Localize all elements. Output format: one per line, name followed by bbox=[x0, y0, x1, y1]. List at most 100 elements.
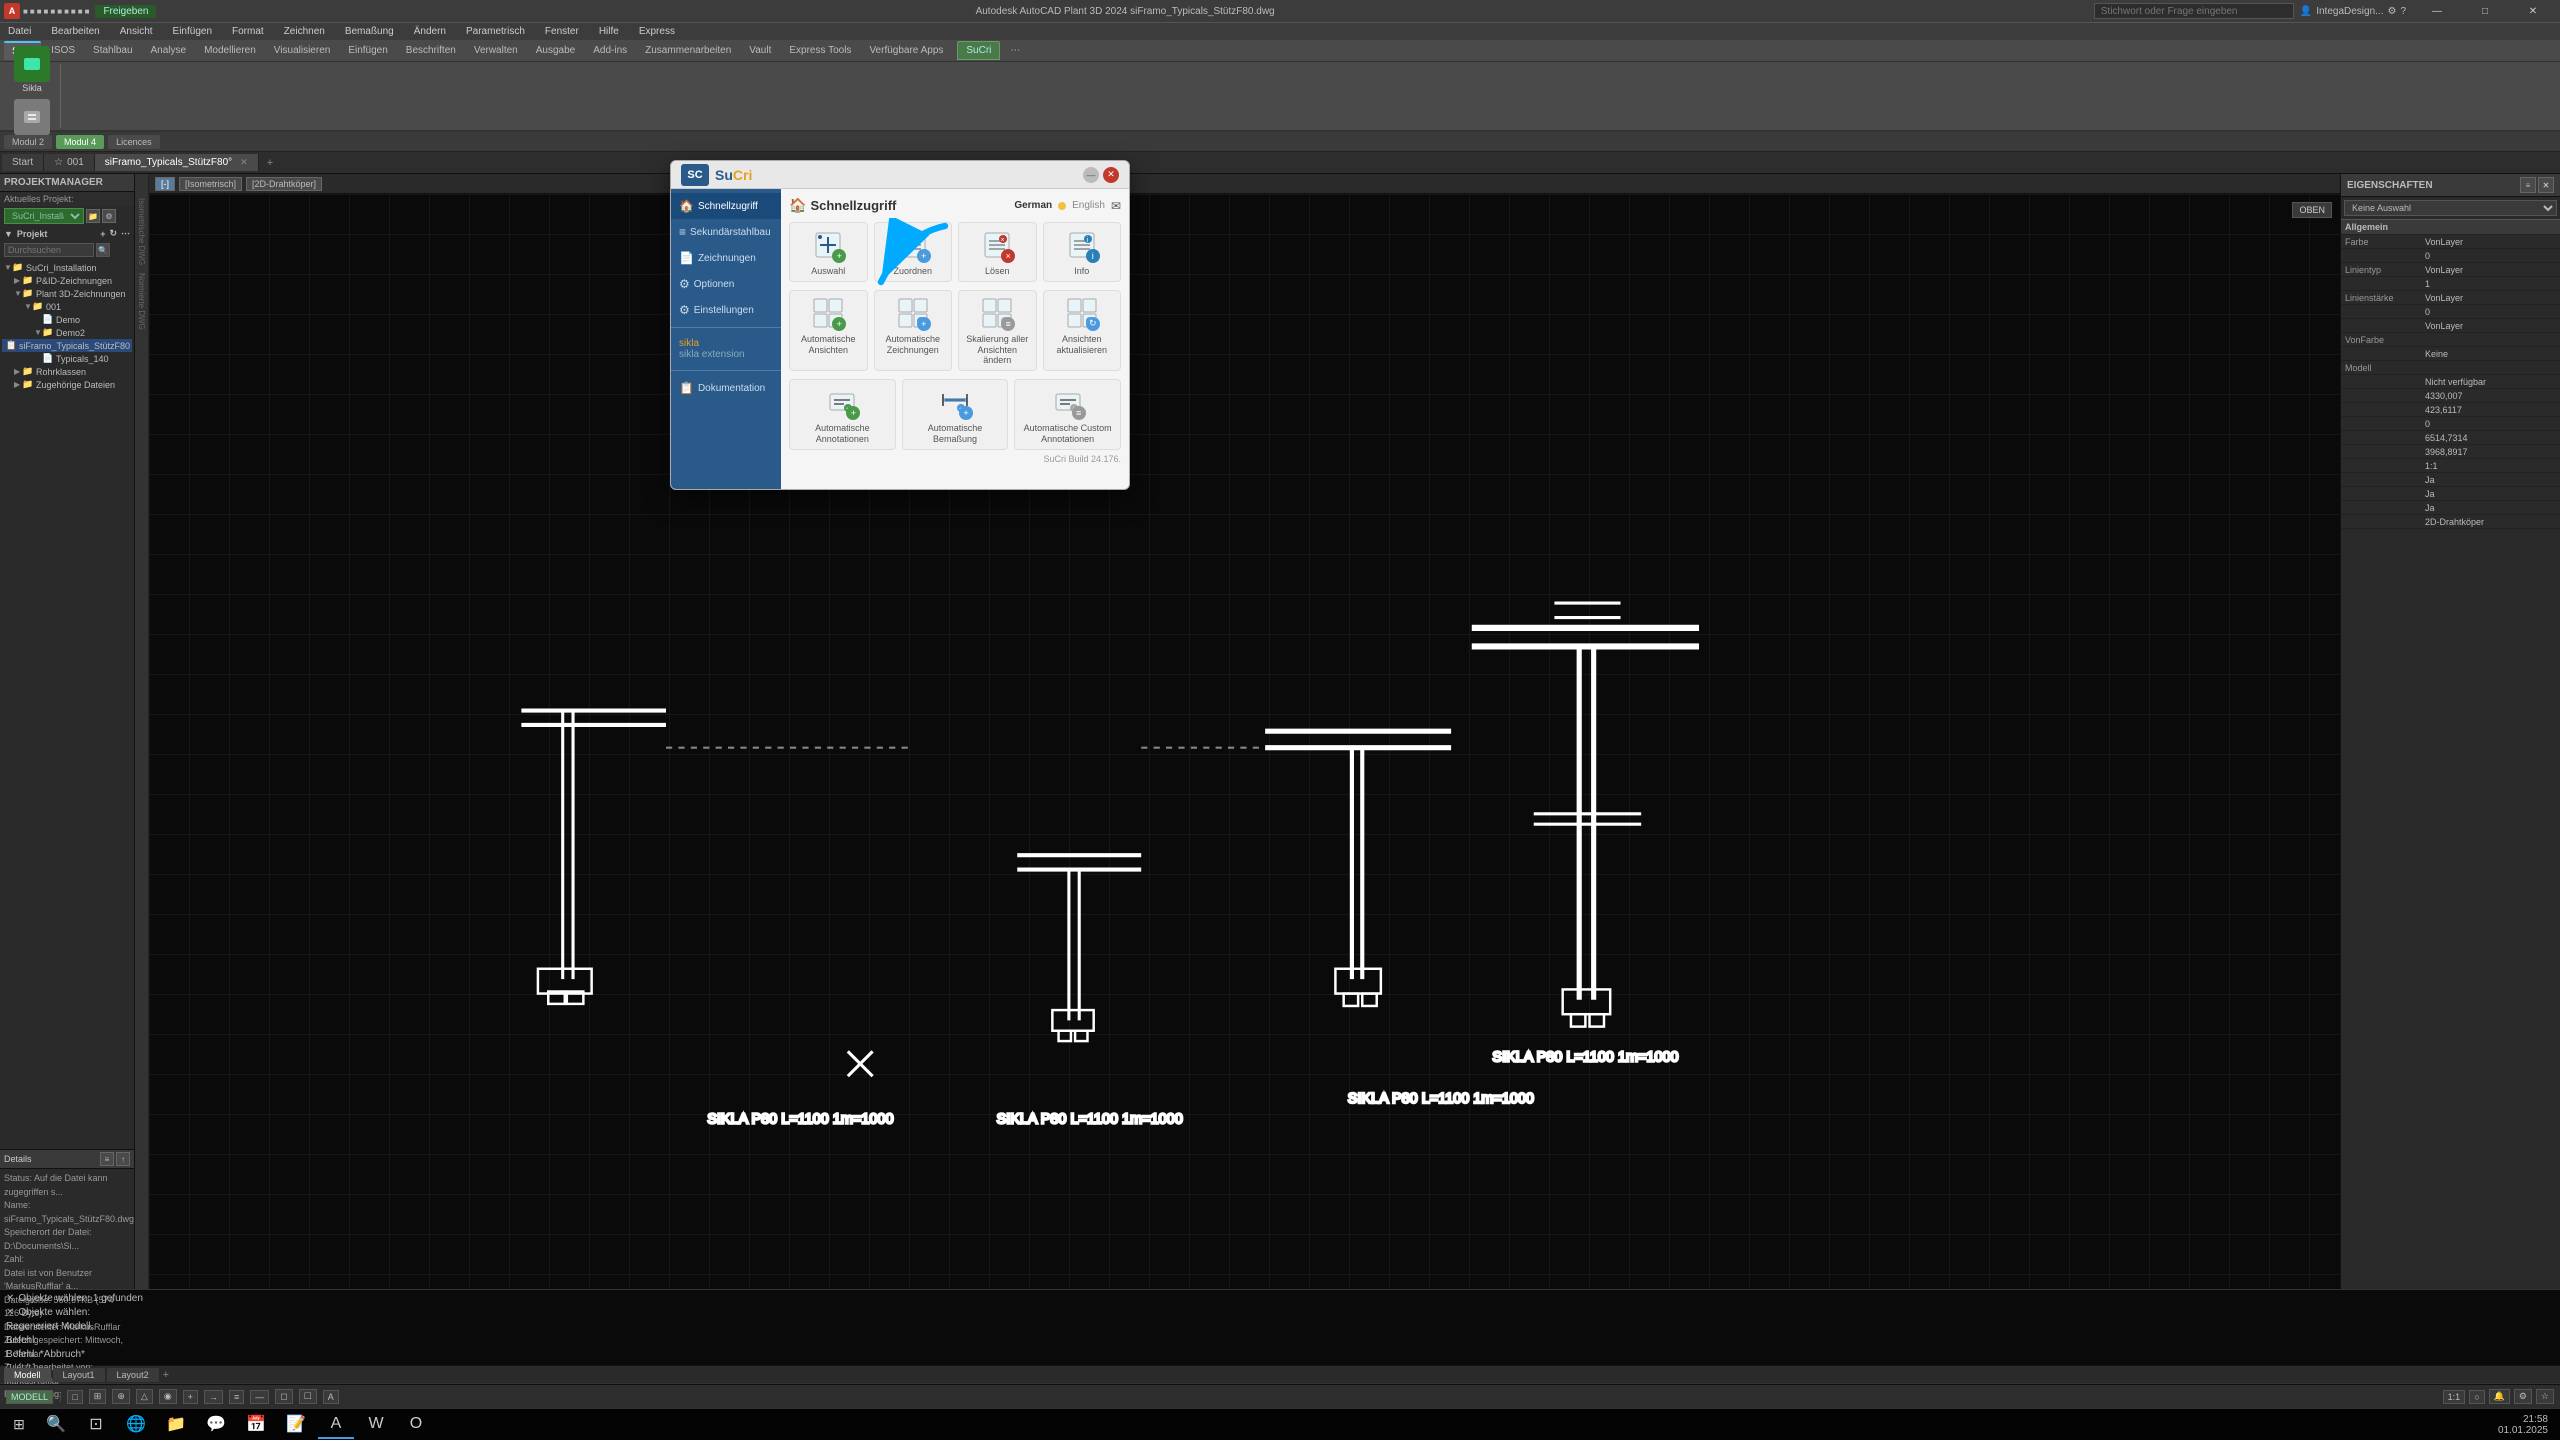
status-ortho-btn[interactable]: ⊕ bbox=[112, 1389, 130, 1404]
viewport-shade-tag[interactable]: [2D-Drahtköper] bbox=[246, 177, 322, 191]
props-object-selector[interactable]: Keine Auswahl bbox=[2344, 200, 2557, 216]
status-polar-btn[interactable]: △ bbox=[136, 1389, 153, 1404]
lang-english[interactable]: English bbox=[1072, 200, 1105, 211]
tool-auswahl[interactable]: + Auswahl bbox=[789, 222, 868, 282]
popup-menu-sikla-ext[interactable]: sikla sikla extension bbox=[671, 332, 781, 366]
tab-verfuegbare[interactable]: Verfügbare Apps bbox=[861, 42, 951, 59]
tab-vault[interactable]: Vault bbox=[741, 42, 779, 59]
project-expand-arrow[interactable]: ▼ bbox=[4, 229, 13, 239]
minimize-btn[interactable]: — bbox=[2414, 0, 2460, 22]
doc-tab-start[interactable]: Start bbox=[2, 154, 44, 171]
doc-tab-drawing-close[interactable]: ✕ bbox=[240, 157, 248, 168]
tab-zusammenarbeiten[interactable]: Zusammenarbeiten bbox=[637, 42, 739, 59]
project-refresh-icon[interactable]: ↻ bbox=[109, 228, 117, 239]
taskbar-explorer-btn[interactable]: 📁 bbox=[158, 1411, 194, 1439]
tab-verwalten[interactable]: Verwalten bbox=[466, 42, 526, 59]
props-close-btn[interactable]: ✕ bbox=[2538, 177, 2554, 193]
maximize-btn[interactable]: □ bbox=[2462, 0, 2508, 22]
tool-auto-ansichten[interactable]: + Automatische Ansichten bbox=[789, 290, 868, 371]
tree-item-demo[interactable]: 📄 Demo bbox=[2, 313, 132, 326]
taskbar-onenote-btn[interactable]: 📝 bbox=[278, 1411, 314, 1439]
status-otrack-btn[interactable]: + bbox=[183, 1390, 198, 1404]
menu-hilfe[interactable]: Hilfe bbox=[595, 24, 623, 39]
lang-german[interactable]: German bbox=[1014, 200, 1052, 211]
tool-skalierung[interactable]: ≡ ≡ Skalierung aller Ansichten ändern bbox=[958, 290, 1037, 371]
tab-analyse[interactable]: Analyse bbox=[143, 42, 195, 59]
tab-einfuegen[interactable]: Einfügen bbox=[340, 42, 395, 59]
doc-tab-001[interactable]: ☆ 001 bbox=[44, 154, 95, 171]
taskbar-widgets-btn[interactable]: ⊡ bbox=[78, 1411, 114, 1439]
sikla-btn[interactable]: Sikla bbox=[10, 44, 54, 95]
close-btn[interactable]: ✕ bbox=[2510, 0, 2556, 22]
tree-item-typicals[interactable]: 📄 Typicals_140 bbox=[2, 352, 132, 365]
menu-datei[interactable]: Datei bbox=[4, 24, 35, 39]
tab-extra[interactable]: ⋯ bbox=[1002, 42, 1028, 59]
model-space-btn[interactable]: MODELL bbox=[6, 1390, 53, 1404]
popup-minimize-btn[interactable]: — bbox=[1083, 167, 1099, 183]
popup-menu-schnellzugriff[interactable]: 🏠 Schnellzugriff bbox=[671, 193, 781, 219]
btab-modell[interactable]: Modell bbox=[4, 1368, 51, 1382]
project-search-input[interactable] bbox=[4, 243, 94, 257]
tree-item-zugehoerige[interactable]: ▶ 📁 Zugehörige Dateien bbox=[2, 378, 132, 391]
taskbar-word-btn[interactable]: W bbox=[358, 1411, 394, 1439]
tool-ansichten-aktualisieren[interactable]: ↻ ↻ Ansichten aktualisieren bbox=[1043, 290, 1122, 371]
menu-format[interactable]: Format bbox=[228, 24, 268, 39]
tree-item-demo2[interactable]: ▼ 📁 Demo2 bbox=[2, 326, 132, 339]
tool-zuordnen[interactable]: + + Zuordnen bbox=[874, 222, 953, 282]
tool-auto-bemassung[interactable]: + + Automatische Bemaßung bbox=[902, 379, 1009, 450]
status-notify-btn[interactable]: 🔔 bbox=[2489, 1389, 2510, 1404]
status-osnap-btn[interactable]: ◉ bbox=[159, 1389, 177, 1404]
menu-fenster[interactable]: Fenster bbox=[541, 24, 583, 39]
status-sel-btn[interactable]: ☐ bbox=[299, 1389, 317, 1404]
tab-addins[interactable]: Add-ins bbox=[585, 42, 635, 59]
tab-modellieren[interactable]: Modellieren bbox=[196, 42, 264, 59]
status-ann-btn[interactable]: A bbox=[323, 1390, 339, 1404]
project-settings-icon[interactable]: ⚙ bbox=[102, 209, 116, 223]
status-clean-btn[interactable]: ☆ bbox=[2536, 1389, 2554, 1404]
popup-close-btn[interactable]: ✕ bbox=[1103, 167, 1119, 183]
viewport-render-tag[interactable]: [Isometrisch] bbox=[179, 177, 242, 191]
btab-layout1[interactable]: Layout1 bbox=[53, 1368, 105, 1382]
details-btn-2[interactable]: ↑ bbox=[116, 1152, 130, 1166]
taskbar-mail-btn[interactable]: 📅 bbox=[238, 1411, 274, 1439]
mod-tab-4[interactable]: Modul 4 bbox=[56, 135, 104, 149]
mod-tab-licences[interactable]: Licences bbox=[108, 135, 160, 149]
tool-auto-zeichnungen[interactable]: + + Automatische Zeichnungen bbox=[874, 290, 953, 371]
status-dyn-btn[interactable]: ≡ bbox=[229, 1390, 244, 1404]
taskbar-search-btn[interactable]: 🔍 bbox=[38, 1411, 74, 1439]
btab-layout2[interactable]: Layout2 bbox=[107, 1368, 159, 1382]
tab-express[interactable]: Express Tools bbox=[781, 42, 859, 59]
taskbar-acad-btn[interactable]: A bbox=[318, 1411, 354, 1439]
tree-item-siframo[interactable]: 📋 siFramo_Typicals_StützF80 bbox=[2, 339, 132, 352]
project-search-btn[interactable]: 🔍 bbox=[96, 243, 110, 257]
menu-bearbeiten[interactable]: Bearbeiten bbox=[47, 24, 103, 39]
menu-bemassung[interactable]: Bemaßung bbox=[341, 24, 398, 39]
status-snap-btn[interactable]: □ bbox=[67, 1390, 82, 1404]
project-new-icon[interactable]: + bbox=[100, 229, 105, 239]
taskbar-teams-btn[interactable]: 💬 bbox=[198, 1411, 234, 1439]
tab-ausgabe[interactable]: Ausgabe bbox=[528, 42, 583, 59]
menu-einfuegen[interactable]: Einfügen bbox=[169, 24, 216, 39]
tab-beschriften[interactable]: Beschriften bbox=[398, 42, 464, 59]
popup-menu-optionen[interactable]: ⚙ Optionen bbox=[671, 271, 781, 297]
menu-express[interactable]: Express bbox=[635, 24, 679, 39]
email-icon[interactable]: ✉ bbox=[1111, 199, 1121, 213]
tree-item-rohrklassen[interactable]: ▶ 📁 Rohrklassen bbox=[2, 365, 132, 378]
schnellzugriff-popup[interactable]: SC SuCri — ✕ 🏠 Schnellzugriff ≡ Sekun bbox=[670, 160, 1130, 490]
popup-menu-zeichnungen[interactable]: 📄 Zeichnungen bbox=[671, 245, 781, 271]
status-workspace-btn[interactable]: 1:1 bbox=[2443, 1390, 2466, 1404]
taskbar-outlook-btn[interactable]: O bbox=[398, 1411, 434, 1439]
popup-menu-dokumentation[interactable]: 📋 Dokumentation bbox=[671, 375, 781, 401]
tool-auto-annotationen[interactable]: + + Automatische Annotationen bbox=[789, 379, 896, 450]
tab-stahlbau[interactable]: Stahlbau bbox=[85, 42, 140, 59]
details-btn-1[interactable]: ≡ bbox=[100, 1152, 114, 1166]
menu-zeichnen[interactable]: Zeichnen bbox=[280, 24, 329, 39]
tree-item-001[interactable]: ▼ 📁 001 bbox=[2, 300, 132, 313]
menu-aendern[interactable]: Ändern bbox=[410, 24, 450, 39]
status-transp-btn[interactable]: ◻ bbox=[275, 1389, 292, 1404]
tree-item-plant3d[interactable]: ▼ 📁 Plant 3D-Zeichnungen bbox=[2, 287, 132, 300]
tool-auto-custom-anno[interactable]: ≡ ≡ Automatische Custom Annotationen bbox=[1014, 379, 1121, 450]
menu-ansicht[interactable]: Ansicht bbox=[116, 24, 157, 39]
viewport-view-tag[interactable]: [-] bbox=[155, 177, 175, 191]
doc-tab-new[interactable]: + bbox=[259, 154, 281, 172]
